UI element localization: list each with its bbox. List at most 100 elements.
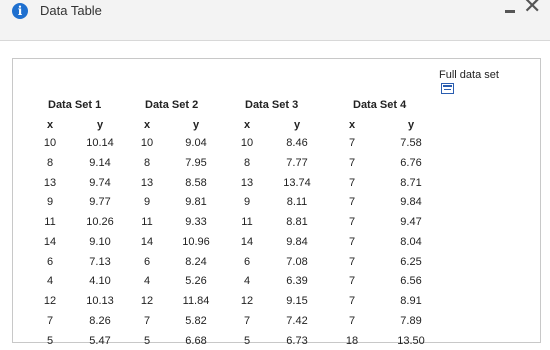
data-set-2-x-cell: 14 [140, 236, 154, 248]
data-set-3-y-cell: 8.81 [286, 216, 308, 228]
data-set-4-y-cell: 8.71 [400, 177, 422, 189]
data-set-3-y-cell: 6.39 [286, 275, 308, 287]
data-set-1-y-cell: 9.10 [89, 236, 111, 248]
data-set-2-x-cell: 13 [140, 177, 154, 189]
data-set-4-x-cell: 7 [348, 315, 356, 327]
data-set-3-x-cell: 14 [240, 236, 254, 248]
data-set-3-x-cell: 4 [243, 275, 251, 287]
data-set-2-y-cell: 10.96 [182, 236, 210, 248]
data-set-4-x-cell: 7 [348, 275, 356, 287]
data-set-1-x-cell: 13 [43, 177, 57, 189]
data-set-4-y-cell: 6.25 [400, 256, 422, 268]
data-set-3-x-cell: 10 [240, 137, 254, 149]
data-set-3-y-cell: 8.11 [286, 196, 308, 208]
data-set-2-x-cell: 10 [140, 137, 154, 149]
data-set-2-y-cell: 11.84 [182, 295, 210, 307]
data-set-1-y-cell: 9.74 [89, 177, 111, 189]
data-set-2-y-cell: 5.26 [185, 275, 207, 287]
data-set-2-x-cell: 12 [140, 295, 154, 307]
data-set-2-y-cell: 9.81 [185, 196, 207, 208]
full-data-set-icon[interactable] [441, 83, 454, 94]
data-set-1-y-cell: 9.14 [89, 157, 111, 169]
data-set-2-x-cell: 8 [143, 157, 151, 169]
data-set-3-x-cell: 9 [243, 196, 251, 208]
data-set-4-x-cell: 7 [348, 256, 356, 268]
data-set-3-y-cell: 7.77 [286, 157, 308, 169]
data-set-1-y-cell: 4.10 [89, 275, 111, 287]
data-set-4-x-cell: 7 [348, 177, 356, 189]
data-set-1-x-cell: 7 [46, 315, 54, 327]
data-set-1-x-cell: 8 [46, 157, 54, 169]
data-set-3-x-cell: 11 [241, 216, 253, 228]
data-set-1-y-cell: 9.77 [89, 196, 111, 208]
data-set-2-y-cell: 9.33 [185, 216, 207, 228]
data-set-2-x-cell: 4 [143, 275, 151, 287]
window-title: Data Table [40, 3, 102, 18]
data-set-1-x-header: x [46, 119, 54, 131]
data-set-4-y-cell: 8.04 [400, 236, 422, 248]
data-set-4-x-cell: 7 [348, 196, 356, 208]
data-set-2-x-cell: 11 [141, 216, 153, 228]
data-set-4-x-cell: 7 [348, 236, 356, 248]
data-set-3-y-cell: 7.08 [286, 256, 308, 268]
data-set-1-x-cell: 6 [46, 256, 54, 268]
data-set-2-x-cell: 7 [143, 315, 151, 327]
data-set-4-x-header: x [348, 119, 356, 131]
data-set-4-x-cell: 7 [348, 295, 356, 307]
data-set-1-x-cell: 10 [43, 137, 57, 149]
data-set-4-x-cell: 7 [348, 157, 356, 169]
data-set-2-x-cell: 6 [143, 256, 151, 268]
data-set-4-x-cell: 18 [345, 335, 359, 347]
data-set-3-y-cell: 6.73 [286, 335, 308, 347]
data-set-1-y-header: y [96, 119, 104, 131]
data-set-1-y-cell: 10.14 [86, 137, 114, 149]
minimize-button[interactable] [505, 10, 515, 13]
data-set-2-y-cell: 8.24 [185, 256, 207, 268]
data-set-2-y-cell: 9.04 [185, 137, 207, 149]
data-set-1-y-cell: 7.13 [89, 256, 111, 268]
data-set-4-y-header: y [407, 119, 415, 131]
data-set-4-y-cell: 7.58 [400, 137, 422, 149]
data-set-1-header: Data Set 1 [48, 99, 102, 111]
data-set-4-y-cell: 6.76 [400, 157, 422, 169]
data-set-4-header: Data Set 4 [353, 99, 407, 111]
data-set-3-y-cell: 8.46 [286, 137, 308, 149]
data-set-1-y-cell: 5.47 [89, 335, 111, 347]
window-titlebar: i Data Table ✕ [0, 0, 550, 41]
full-data-set-label: Full data set [439, 69, 499, 81]
data-set-4-x-cell: 7 [348, 216, 356, 228]
data-set-2-x-cell: 5 [143, 335, 151, 347]
data-set-3-x-cell: 5 [243, 335, 251, 347]
data-set-1-y-cell: 10.26 [86, 216, 114, 228]
data-set-2-header: Data Set 2 [145, 99, 199, 111]
data-set-1-y-cell: 10.13 [86, 295, 114, 307]
data-set-3-x-cell: 7 [243, 315, 251, 327]
data-set-1-x-cell: 9 [46, 196, 54, 208]
data-set-4-y-cell: 7.89 [400, 315, 422, 327]
data-set-4-y-cell: 9.84 [400, 196, 422, 208]
data-set-3-x-header: x [243, 119, 251, 131]
data-set-4-y-cell: 8.91 [400, 295, 422, 307]
data-set-3-header: Data Set 3 [245, 99, 299, 111]
data-set-2-y-cell: 7.95 [185, 157, 207, 169]
data-set-1-y-cell: 8.26 [89, 315, 111, 327]
data-set-4-y-cell: 13.50 [397, 335, 425, 347]
data-set-4-y-cell: 9.47 [400, 216, 422, 228]
info-icon: i [12, 3, 28, 19]
data-set-4-y-cell: 6.56 [400, 275, 422, 287]
data-set-3-x-cell: 13 [240, 177, 254, 189]
data-set-3-y-cell: 9.15 [286, 295, 308, 307]
data-set-4-x-cell: 7 [348, 137, 356, 149]
data-set-1-x-cell: 4 [46, 275, 54, 287]
data-set-3-y-cell: 13.74 [283, 177, 311, 189]
data-set-2-x-cell: 9 [143, 196, 151, 208]
close-button[interactable]: ✕ [523, 0, 541, 20]
data-set-1-x-cell: 11 [44, 216, 56, 228]
data-set-1-x-cell: 5 [46, 335, 54, 347]
data-set-3-x-cell: 6 [243, 256, 251, 268]
data-set-2-y-cell: 5.82 [185, 315, 207, 327]
data-set-3-y-cell: 7.42 [286, 315, 308, 327]
data-set-1-x-cell: 12 [43, 295, 57, 307]
data-set-2-x-header: x [143, 119, 151, 131]
data-set-3-x-cell: 12 [240, 295, 254, 307]
